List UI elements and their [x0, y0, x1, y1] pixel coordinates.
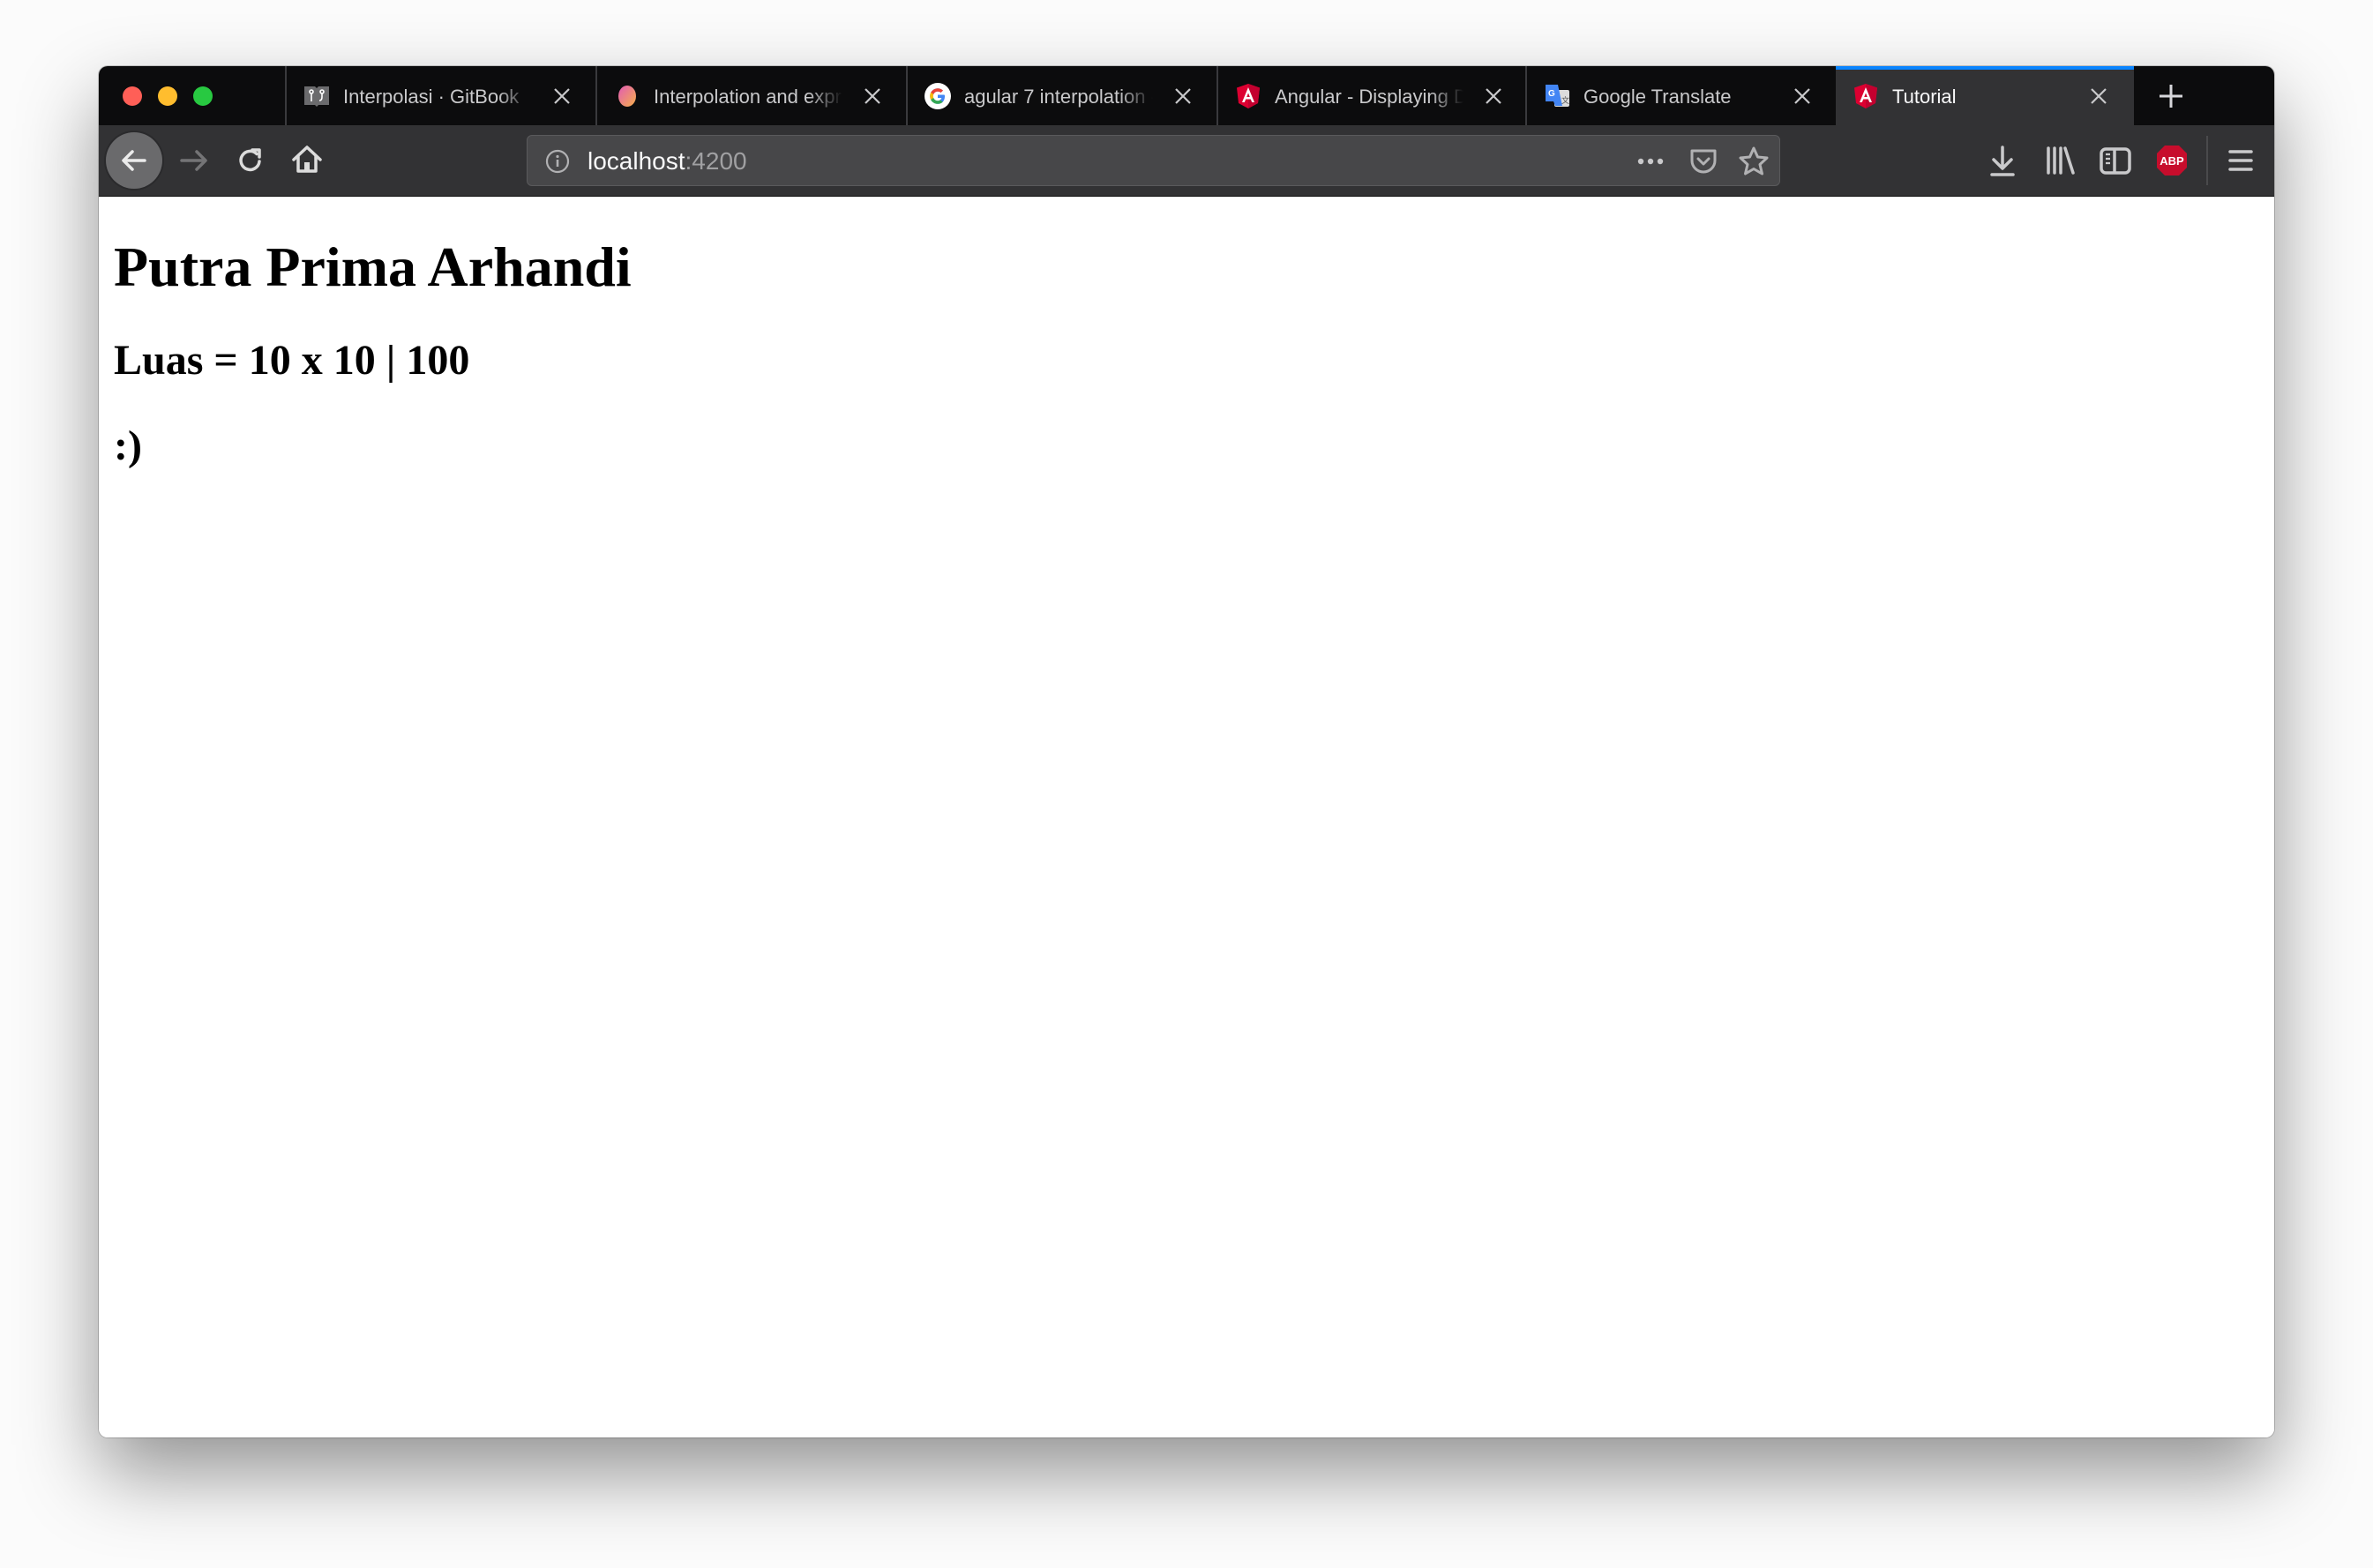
tab-interpolation-expressions[interactable]: Interpolation and expressions [595, 66, 906, 125]
reload-button[interactable] [233, 143, 268, 178]
tab-angular-displaying-data[interactable]: Angular - Displaying Data [1216, 66, 1527, 125]
forward-button[interactable] [176, 143, 212, 178]
angular-icon [1852, 82, 1880, 110]
svg-text:G: G [1548, 89, 1555, 99]
smiley-text: :) [114, 422, 142, 469]
info-icon[interactable] [543, 147, 572, 175]
home-icon [292, 146, 322, 173]
close-tab-icon[interactable] [1483, 86, 1504, 107]
close-tab-icon[interactable] [862, 86, 883, 107]
adblock-plus-icon: ABP [2157, 146, 2187, 175]
tab-title: Interpolasi · GitBook [343, 86, 520, 108]
minimize-window-button[interactable] [158, 86, 177, 106]
toolbar-separator [2206, 136, 2208, 185]
svg-text:文: 文 [1561, 95, 1569, 105]
adblock-plus-button[interactable]: ABP [2154, 143, 2190, 178]
close-tab-icon[interactable] [1172, 86, 1194, 107]
library-icon [2047, 146, 2075, 175]
downloads-icon [1990, 146, 2015, 176]
close-tab-icon[interactable] [2088, 86, 2109, 107]
angular-icon [1234, 82, 1262, 110]
tab-title: Tutorial [1892, 86, 1957, 108]
tab-title: agular 7 interpolation - Google Search [964, 86, 1153, 108]
tab-google-translate[interactable]: G文 Google Translate [1525, 66, 1836, 125]
page-content: Putra Prima Arhandi Luas = 10 x 10 | 100… [99, 197, 2274, 1437]
tab-title: Interpolation and expressions [654, 86, 842, 108]
downloads-button[interactable] [1985, 143, 2020, 178]
gitbook-icon [303, 82, 331, 110]
navigation-toolbar: localhost:4200 ABP [99, 125, 2274, 197]
tab-title: Angular - Displaying Data [1275, 86, 1463, 108]
menu-icon [2228, 150, 2253, 171]
pocket-icon[interactable] [1688, 146, 1719, 177]
gradient-circle-icon [613, 82, 641, 110]
bookmark-star-icon[interactable] [1737, 145, 1770, 178]
sidebar-icon [2100, 147, 2131, 175]
tab-tutorial[interactable]: Tutorial [1836, 66, 2134, 125]
page-heading: Putra Prima Arhandi [114, 235, 632, 298]
tab-bar: Interpolasi · GitBook Interpolation and … [99, 66, 2274, 125]
browser-window: Interpolasi · GitBook Interpolation and … [99, 66, 2274, 1437]
back-button[interactable] [106, 132, 162, 189]
tab-google-search[interactable]: agular 7 interpolation - Google Search [906, 66, 1216, 125]
open-menu-button[interactable] [2223, 143, 2258, 178]
back-icon [122, 150, 146, 171]
forward-icon [180, 150, 207, 171]
page-actions-icon[interactable] [1634, 147, 1669, 175]
url-port: :4200 [685, 147, 747, 175]
svg-text:ABP: ABP [2160, 154, 2184, 168]
url-text[interactable]: localhost:4200 [588, 147, 747, 175]
url-bar[interactable]: localhost:4200 [527, 135, 1780, 186]
library-button[interactable] [2042, 143, 2077, 178]
luas-result: Luas = 10 x 10 | 100 [114, 337, 470, 384]
google-translate-icon: G文 [1543, 82, 1571, 110]
close-tab-icon[interactable] [1792, 86, 1813, 107]
home-button[interactable] [289, 142, 325, 177]
maximize-window-button[interactable] [193, 86, 213, 106]
close-window-button[interactable] [123, 86, 142, 106]
tab-interpolasi-gitbook[interactable]: Interpolasi · GitBook [285, 66, 595, 125]
url-host: localhost [588, 147, 685, 175]
sidebar-button[interactable] [2098, 143, 2133, 178]
close-tab-icon[interactable] [551, 86, 573, 107]
reload-icon [239, 148, 261, 172]
google-icon [924, 82, 952, 110]
tab-title: Google Translate [1583, 86, 1732, 108]
new-tab-button[interactable] [2157, 82, 2185, 110]
